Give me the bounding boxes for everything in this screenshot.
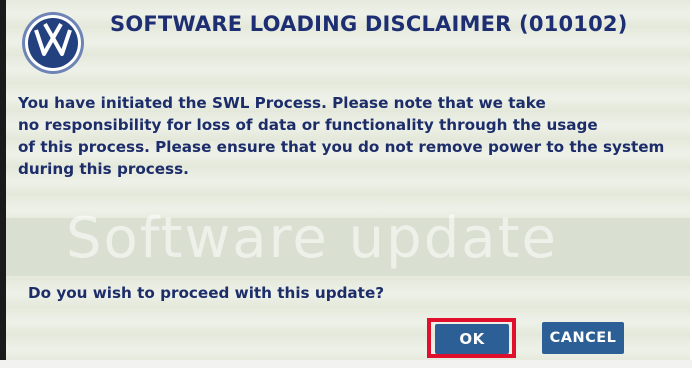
vw-logo-icon (22, 12, 84, 74)
ok-button[interactable]: OK (435, 324, 509, 354)
message-line: You have initiated the SWL Process. Plea… (18, 94, 546, 112)
disclaimer-message: You have initiated the SWL Process. Plea… (18, 92, 688, 180)
message-line: during this process. (18, 160, 189, 178)
dialog-title: SOFTWARE LOADING DISCLAIMER (010102) (110, 12, 628, 36)
photo-bottom-edge (0, 360, 692, 368)
photo-frame: SOFTWARE LOADING DISCLAIMER (010102) You… (0, 0, 692, 368)
proceed-prompt: Do you wish to proceed with this update? (28, 284, 385, 302)
infotainment-screen: SOFTWARE LOADING DISCLAIMER (010102) You… (6, 0, 690, 360)
message-line: no responsibility for loss of data or fu… (18, 116, 598, 134)
software-update-watermark: Software update (66, 206, 558, 271)
message-line: of this process. Please ensure that you … (18, 138, 665, 156)
cancel-button[interactable]: CANCEL (542, 322, 624, 354)
